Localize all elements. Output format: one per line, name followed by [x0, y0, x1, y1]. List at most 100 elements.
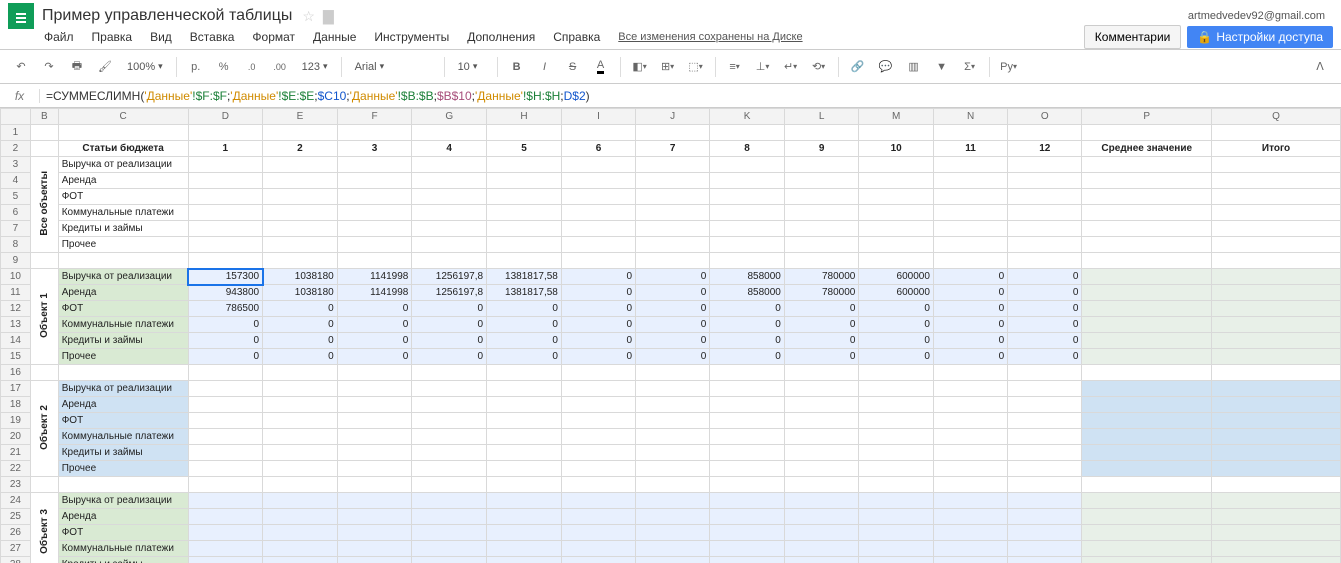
cell[interactable]: [1082, 269, 1212, 285]
cell[interactable]: [784, 365, 859, 381]
cell[interactable]: [636, 205, 710, 221]
cell[interactable]: 858000: [710, 285, 785, 301]
cell[interactable]: [784, 509, 859, 525]
row-header-9[interactable]: 9: [1, 253, 31, 269]
col-header-O[interactable]: O: [1008, 109, 1082, 125]
cell[interactable]: [487, 173, 562, 189]
cell[interactable]: [859, 205, 934, 221]
cell-item[interactable]: Кредиты и займы: [58, 333, 188, 349]
cell[interactable]: 858000: [710, 269, 785, 285]
cell[interactable]: [337, 477, 412, 493]
cell[interactable]: [1212, 269, 1341, 285]
cell-month-3[interactable]: 3: [337, 141, 412, 157]
font-size-select[interactable]: 10▾: [451, 55, 491, 79]
cell[interactable]: [784, 477, 859, 493]
cell[interactable]: [263, 541, 338, 557]
cell[interactable]: [561, 173, 635, 189]
cell[interactable]: [188, 541, 263, 557]
redo-button[interactable]: ↷: [36, 54, 62, 80]
cell[interactable]: [1212, 413, 1341, 429]
cell[interactable]: 0: [263, 349, 338, 365]
cell[interactable]: 0: [487, 333, 562, 349]
cell[interactable]: [487, 445, 562, 461]
grid-corner[interactable]: [1, 109, 31, 125]
cell[interactable]: [859, 237, 934, 253]
cell[interactable]: 0: [412, 333, 487, 349]
cell[interactable]: [561, 477, 635, 493]
cell-month-6[interactable]: 6: [561, 141, 635, 157]
cell[interactable]: [859, 541, 934, 557]
cell[interactable]: [933, 397, 1007, 413]
cell[interactable]: 0: [933, 285, 1007, 301]
cell[interactable]: 0: [1008, 349, 1082, 365]
cell[interactable]: 0: [188, 317, 263, 333]
cell[interactable]: [412, 381, 487, 397]
cell[interactable]: [561, 205, 635, 221]
cell[interactable]: [1008, 429, 1082, 445]
cell-item[interactable]: ФОТ: [58, 413, 188, 429]
cell[interactable]: [412, 237, 487, 253]
zoom-select[interactable]: 100%▾: [120, 55, 170, 79]
cell[interactable]: [1082, 173, 1212, 189]
cell[interactable]: [859, 477, 934, 493]
cell[interactable]: [710, 381, 785, 397]
cell[interactable]: [412, 557, 487, 563]
cell[interactable]: [58, 365, 188, 381]
strike-button[interactable]: S: [560, 54, 586, 80]
cell[interactable]: [710, 221, 785, 237]
cell[interactable]: [933, 429, 1007, 445]
cell[interactable]: 0: [337, 333, 412, 349]
cell[interactable]: [263, 173, 338, 189]
cell[interactable]: [636, 173, 710, 189]
cell[interactable]: [263, 525, 338, 541]
cell[interactable]: [188, 205, 263, 221]
cell[interactable]: [636, 413, 710, 429]
font-select[interactable]: Arial▾: [348, 55, 438, 79]
cell[interactable]: [263, 477, 338, 493]
cell[interactable]: [487, 525, 562, 541]
cell[interactable]: [263, 493, 338, 509]
cell[interactable]: [1212, 477, 1341, 493]
cell[interactable]: [263, 253, 338, 269]
cell[interactable]: [933, 157, 1007, 173]
cell[interactable]: 0: [859, 317, 934, 333]
cell-item[interactable]: Аренда: [58, 397, 188, 413]
cell[interactable]: [636, 237, 710, 253]
row-header-7[interactable]: 7: [1, 221, 31, 237]
cell-month-1[interactable]: 1: [188, 141, 263, 157]
undo-button[interactable]: ↶: [8, 54, 34, 80]
cell[interactable]: [1212, 525, 1341, 541]
cell[interactable]: [636, 253, 710, 269]
cell[interactable]: [784, 381, 859, 397]
cell[interactable]: [337, 173, 412, 189]
row-header-10[interactable]: 10: [1, 269, 31, 285]
col-header-K[interactable]: K: [710, 109, 785, 125]
cell[interactable]: [933, 461, 1007, 477]
cell[interactable]: 0: [710, 301, 785, 317]
cell[interactable]: [412, 205, 487, 221]
cell[interactable]: [636, 477, 710, 493]
cell[interactable]: 0: [636, 317, 710, 333]
user-email[interactable]: artmedvedev92@gmail.com: [1188, 10, 1325, 22]
row-header-28[interactable]: 28: [1, 557, 31, 563]
cell[interactable]: [337, 557, 412, 563]
cell[interactable]: 0: [487, 301, 562, 317]
cell[interactable]: [188, 397, 263, 413]
italic-button[interactable]: I: [532, 54, 558, 80]
col-header-J[interactable]: J: [636, 109, 710, 125]
cell[interactable]: [636, 397, 710, 413]
cell[interactable]: [859, 381, 934, 397]
cell-item[interactable]: Аренда: [58, 285, 188, 301]
cell-item[interactable]: Выручка от реализации: [58, 269, 188, 285]
cell[interactable]: [188, 253, 263, 269]
cell[interactable]: [188, 477, 263, 493]
cell[interactable]: [1008, 493, 1082, 509]
cell[interactable]: [487, 493, 562, 509]
cell[interactable]: [1212, 365, 1341, 381]
col-header-D[interactable]: D: [188, 109, 263, 125]
cell[interactable]: [188, 221, 263, 237]
cell[interactable]: [1082, 333, 1212, 349]
cell[interactable]: [784, 189, 859, 205]
increase-decimal-button[interactable]: .00: [267, 54, 293, 80]
col-header-I[interactable]: I: [561, 109, 635, 125]
